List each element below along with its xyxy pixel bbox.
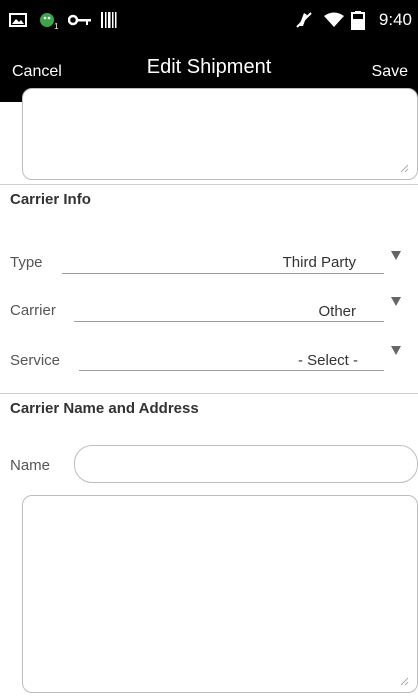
svg-text:1: 1 bbox=[54, 22, 59, 30]
service-label: Service bbox=[10, 352, 61, 369]
carrier-dropdown-icon[interactable] bbox=[391, 297, 401, 306]
system-icons: 9:40 bbox=[295, 10, 412, 30]
android-notification-icon: 1 bbox=[38, 10, 59, 31]
image-icon bbox=[8, 10, 28, 30]
section-divider bbox=[0, 184, 418, 185]
carrier-info-title: Carrier Info bbox=[10, 191, 91, 208]
resize-handle-icon[interactable] bbox=[399, 163, 409, 173]
battery-icon bbox=[350, 10, 371, 30]
carrier-label: Carrier bbox=[10, 302, 56, 319]
service-select-underline bbox=[79, 370, 384, 371]
name-label: Name bbox=[10, 457, 51, 474]
service-select[interactable]: - Select - bbox=[298, 352, 358, 369]
notification-icons: 1 bbox=[8, 10, 118, 31]
resize-handle-icon[interactable] bbox=[399, 676, 409, 686]
status-bar: 1 9:40 bbox=[0, 0, 418, 44]
name-input[interactable] bbox=[74, 445, 418, 483]
form-content: Carrier Info Type Third Party Carrier Ot… bbox=[0, 88, 418, 696]
notes-textarea[interactable] bbox=[22, 88, 418, 180]
mute-icon bbox=[295, 10, 315, 30]
service-dropdown-icon[interactable] bbox=[391, 346, 401, 355]
status-time: 9:40 bbox=[378, 10, 412, 29]
wifi-icon bbox=[323, 10, 344, 30]
carrier-name-address-title: Carrier Name and Address bbox=[10, 400, 199, 417]
save-button[interactable]: Save bbox=[372, 63, 408, 81]
key-icon bbox=[67, 10, 91, 30]
address-textarea[interactable] bbox=[22, 495, 418, 693]
carrier-select[interactable]: Other bbox=[318, 303, 356, 320]
barcode-icon bbox=[98, 10, 118, 30]
type-dropdown-icon[interactable] bbox=[391, 251, 401, 260]
type-select-underline bbox=[62, 273, 384, 274]
type-select[interactable]: Third Party bbox=[283, 254, 356, 271]
carrier-select-underline bbox=[74, 321, 384, 322]
type-label: Type bbox=[10, 254, 43, 271]
page-title: Edit Shipment bbox=[146, 56, 272, 78]
section-divider bbox=[0, 393, 418, 394]
